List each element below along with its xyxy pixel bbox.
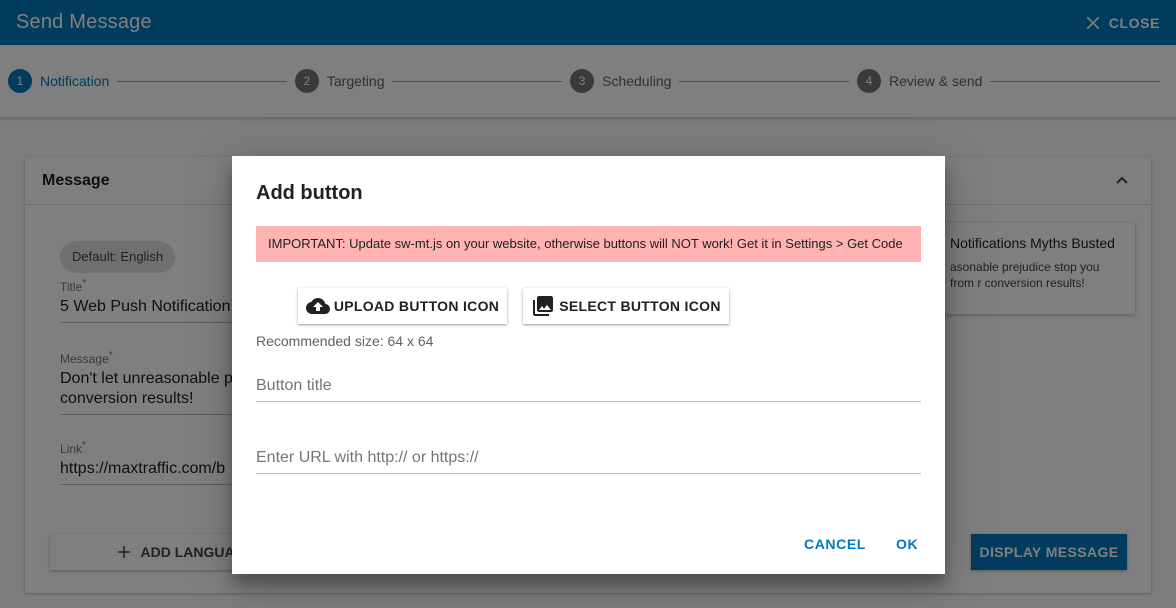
add-button-dialog: Add button IMPORTANT: Update sw-mt.js on… <box>232 156 945 574</box>
select-label: SELECT BUTTON ICON <box>559 298 721 314</box>
button-title-input[interactable] <box>256 370 921 402</box>
select-button-icon-button[interactable]: SELECT BUTTON ICON <box>523 288 729 324</box>
upload-button-icon-button[interactable]: UPLOAD BUTTON ICON <box>298 288 507 324</box>
cloud-upload-icon <box>305 298 330 314</box>
dialog-title: Add button <box>256 182 363 204</box>
photo-library-icon <box>533 296 554 316</box>
button-url-input[interactable] <box>256 442 921 474</box>
warning-alert: IMPORTANT: Update sw-mt.js on your websi… <box>256 226 921 262</box>
recommended-size-text: Recommended size: 64 x 64 <box>256 333 434 349</box>
ok-button[interactable]: OK <box>896 536 918 552</box>
upload-label: UPLOAD BUTTON ICON <box>333 298 500 314</box>
cancel-button[interactable]: CANCEL <box>804 536 866 552</box>
